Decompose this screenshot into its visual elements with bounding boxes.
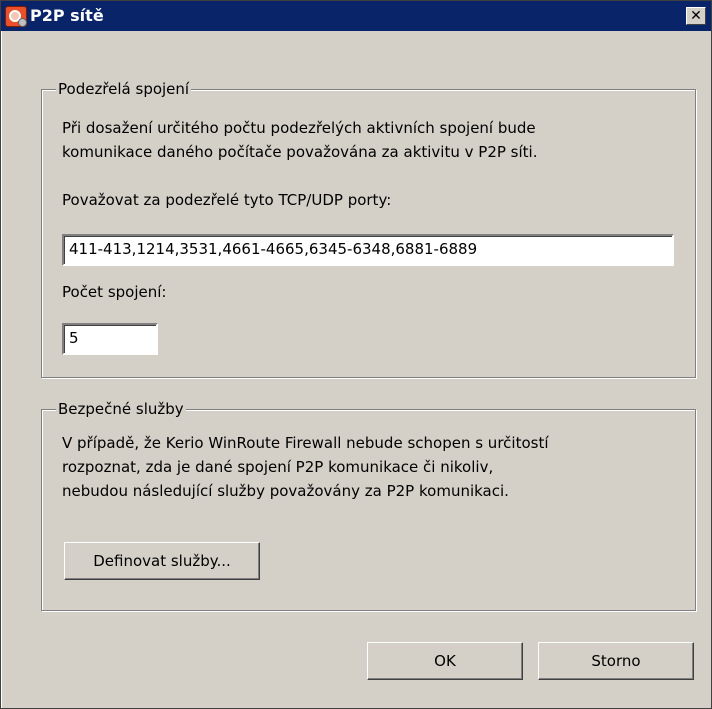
- suspicious-description-line2: komunikace daného počítače považována za…: [62, 143, 538, 161]
- safe-description-line2: rozpoznat, zda je dané spojení P2P komun…: [62, 458, 494, 476]
- cancel-button[interactable]: Storno: [538, 642, 694, 680]
- globe-icon: [18, 18, 27, 27]
- safe-services-legend: Bezpečné služby: [56, 399, 186, 419]
- close-button[interactable]: ✕: [686, 7, 706, 25]
- ok-button[interactable]: OK: [367, 642, 523, 680]
- title-bar[interactable]: P2P sítě ✕: [1, 1, 711, 31]
- ports-label: Považovat za podezřelé tyto TCP/UDP port…: [62, 191, 392, 209]
- suspicious-connections-legend: Podezřelá spojení: [56, 79, 192, 99]
- dialog-window: P2P sítě ✕ Podezřelá spojení Při dosažen…: [0, 0, 712, 709]
- safe-description-line3: nebudou následující služby považovány za…: [62, 482, 509, 500]
- connection-count-label: Počet spojení:: [62, 283, 167, 301]
- safe-services-group: Bezpečné služby V případě, že Kerio WinR…: [41, 399, 696, 611]
- suspicious-description-line1: Při dosažení určitého počtu podezřelých …: [62, 119, 536, 137]
- close-icon: ✕: [690, 8, 702, 24]
- suspicious-connections-group: Podezřelá spojení Při dosažení určitého …: [41, 79, 696, 378]
- window-title: P2P sítě: [30, 6, 104, 25]
- safe-description-line1: V případě, že Kerio WinRoute Firewall ne…: [62, 434, 549, 452]
- app-icon: [5, 6, 27, 27]
- connection-count-input[interactable]: 5: [62, 323, 158, 355]
- define-services-button[interactable]: Definovat služby...: [64, 542, 260, 580]
- ports-input[interactable]: 411-413,1214,3531,4661-4665,6345-6348,68…: [62, 234, 674, 266]
